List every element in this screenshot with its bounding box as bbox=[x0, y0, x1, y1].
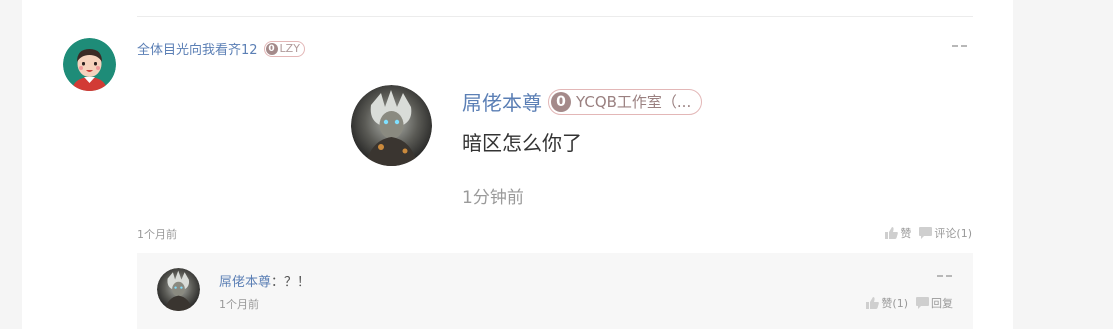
post-author-line: 全体目光向我看齐12 0 LZY bbox=[137, 39, 305, 58]
post-author-name[interactable]: 全体目光向我看齐12 bbox=[137, 39, 258, 58]
reply-label: 回复 bbox=[931, 297, 953, 310]
post-actions: 赞 评论(1) bbox=[885, 225, 972, 241]
comment-icon bbox=[919, 227, 933, 239]
reply-separator: ： bbox=[271, 275, 285, 290]
badge-level: 0 bbox=[265, 42, 278, 55]
reply-more-icon[interactable] bbox=[937, 273, 953, 279]
warrior-avatar-icon bbox=[157, 268, 200, 311]
thumbs-up-icon bbox=[885, 227, 899, 239]
comment-icon bbox=[916, 297, 929, 309]
cartoon-avatar-icon bbox=[63, 38, 116, 91]
like-label: 赞 bbox=[900, 227, 912, 240]
user-badge[interactable]: 0 LZY bbox=[263, 40, 305, 57]
reply-line: 屌佬本尊：？！ bbox=[219, 271, 310, 290]
card-badge-text: YCQB工作室（... bbox=[576, 93, 692, 111]
card-author-line: 屌佬本尊 0 YCQB工作室（... bbox=[462, 87, 703, 116]
card-author-name[interactable]: 屌佬本尊 bbox=[462, 87, 542, 116]
card-user-badge[interactable]: 0 YCQB工作室（... bbox=[548, 88, 703, 115]
comment-button[interactable]: 评论(1) bbox=[919, 225, 972, 241]
more-icon[interactable] bbox=[952, 43, 968, 49]
card-timestamp: 1分钟前 bbox=[462, 188, 524, 208]
warrior-avatar-icon bbox=[351, 85, 432, 166]
reply-author-name[interactable]: 屌佬本尊 bbox=[219, 275, 271, 290]
card-content: 暗区怎么你了 bbox=[462, 131, 582, 155]
thumbs-up-icon bbox=[866, 297, 880, 309]
reply-like-button[interactable]: 赞(1) bbox=[866, 295, 908, 311]
reply-actions: 赞(1) 回复 bbox=[866, 295, 953, 311]
card-author-avatar[interactable] bbox=[351, 85, 432, 166]
post-author-avatar[interactable] bbox=[63, 38, 116, 91]
like-button[interactable]: 赞 bbox=[885, 225, 911, 241]
reply-like-label: 赞(1) bbox=[881, 297, 908, 310]
feed-page: 全体目光向我看齐12 0 LZY 屌佬本尊 0 YCQB工作室（... 暗区怎么… bbox=[22, 0, 1013, 329]
reply-box: 屌佬本尊：？！ 1个月前 赞(1) 回复 bbox=[137, 253, 973, 329]
card-badge-level: 0 bbox=[551, 91, 571, 112]
badge-text: LZY bbox=[279, 42, 300, 55]
reply-timestamp: 1个月前 bbox=[219, 298, 259, 311]
reply-button[interactable]: 回复 bbox=[916, 295, 953, 311]
post-timestamp: 1个月前 bbox=[137, 228, 177, 241]
divider bbox=[137, 16, 973, 17]
reply-content: ？！ bbox=[284, 275, 311, 290]
reply-author-avatar[interactable] bbox=[157, 268, 200, 311]
comment-label: 评论(1) bbox=[934, 227, 972, 240]
